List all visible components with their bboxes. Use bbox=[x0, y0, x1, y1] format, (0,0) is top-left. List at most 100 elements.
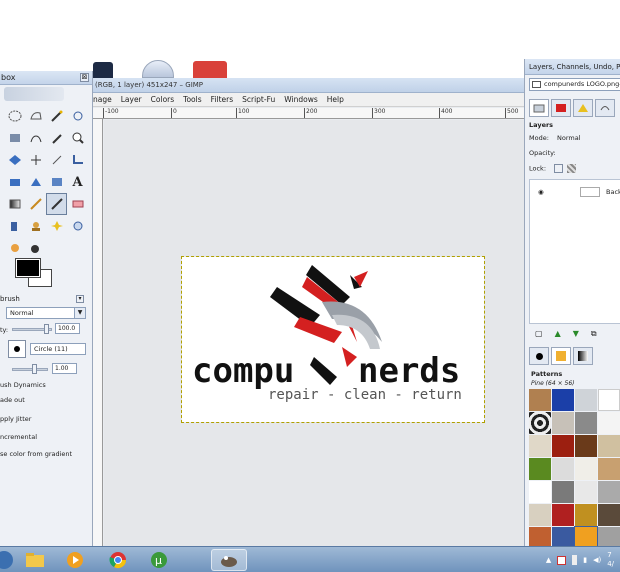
pattern-swatch[interactable] bbox=[552, 412, 574, 434]
pattern-swatch[interactable] bbox=[552, 504, 574, 526]
eye-icon[interactable]: ◉ bbox=[538, 184, 544, 200]
pattern-swatch[interactable] bbox=[529, 458, 551, 480]
chevron-down-icon[interactable]: ▼ bbox=[74, 308, 85, 318]
scale-slider[interactable] bbox=[12, 368, 48, 371]
pattern-swatch[interactable] bbox=[529, 504, 551, 526]
pattern-swatch[interactable] bbox=[598, 412, 620, 434]
pattern-swatch[interactable] bbox=[598, 504, 620, 526]
raise-layer-icon[interactable]: ▲ bbox=[555, 329, 561, 339]
fade-out-toggle[interactable]: ade out bbox=[0, 396, 25, 404]
menu-image[interactable]: nage bbox=[93, 93, 112, 106]
opacity-input[interactable]: 100.0 bbox=[55, 323, 80, 334]
canvas-area[interactable]: compu nerds repair - clean - return bbox=[104, 120, 525, 546]
align-tool[interactable] bbox=[46, 149, 67, 171]
measure-tool[interactable] bbox=[4, 149, 25, 171]
tab-gradients[interactable] bbox=[573, 347, 593, 365]
menu-colors[interactable]: Colors bbox=[151, 93, 175, 106]
close-icon[interactable]: ⊠ bbox=[80, 73, 89, 82]
horizontal-ruler[interactable]: -100 0 100 200 300 400 500 bbox=[93, 108, 525, 119]
pattern-swatch[interactable] bbox=[529, 389, 551, 411]
network-icon[interactable] bbox=[557, 555, 567, 565]
free-select-tool[interactable] bbox=[25, 105, 46, 127]
layers-list[interactable]: ◉ Backg bbox=[529, 179, 620, 324]
scale-tool[interactable] bbox=[25, 171, 46, 193]
smudge-tool[interactable] bbox=[67, 215, 88, 237]
ellipse-select-tool[interactable] bbox=[4, 105, 25, 127]
pattern-swatch[interactable] bbox=[575, 458, 597, 480]
image-canvas[interactable]: compu nerds repair - clean - return bbox=[181, 256, 485, 423]
menu-filters[interactable]: Filters bbox=[211, 93, 233, 106]
fg-bg-color-selector[interactable] bbox=[14, 257, 54, 293]
lock-alpha-icon[interactable] bbox=[567, 164, 577, 173]
pattern-swatch[interactable] bbox=[598, 389, 620, 411]
tab-layers[interactable] bbox=[529, 99, 549, 117]
vertical-ruler[interactable] bbox=[93, 119, 103, 546]
tab-brushes[interactable] bbox=[529, 347, 549, 365]
desktop-icon-tools[interactable] bbox=[193, 61, 227, 78]
scale-input[interactable]: 1.00 bbox=[52, 363, 77, 374]
mode-select[interactable]: Normal ▼ bbox=[6, 307, 86, 319]
tab-patterns[interactable] bbox=[551, 347, 571, 365]
power-icon[interactable] bbox=[572, 555, 578, 565]
pattern-swatch[interactable] bbox=[598, 481, 620, 503]
pattern-swatch[interactable] bbox=[574, 526, 598, 546]
text-tool[interactable]: A bbox=[67, 171, 88, 193]
incremental-toggle[interactable]: ncremental bbox=[0, 433, 37, 441]
taskbar-gimp-button[interactable] bbox=[211, 549, 247, 571]
desktop-icon-disc[interactable] bbox=[142, 60, 174, 78]
pattern-swatch[interactable] bbox=[575, 389, 597, 411]
pattern-swatch[interactable] bbox=[598, 527, 620, 546]
menu-windows[interactable]: Windows bbox=[284, 93, 317, 106]
menu-tools[interactable]: Tools bbox=[183, 93, 201, 106]
pattern-swatch[interactable] bbox=[598, 435, 620, 457]
pattern-swatch[interactable] bbox=[529, 527, 551, 546]
pattern-swatch[interactable] bbox=[575, 412, 597, 434]
paths-tool[interactable] bbox=[25, 127, 46, 149]
ink-tool[interactable] bbox=[25, 237, 46, 259]
airbrush-tool[interactable] bbox=[4, 215, 25, 237]
pattern-swatch[interactable] bbox=[575, 435, 597, 457]
move-tool[interactable] bbox=[25, 149, 46, 171]
pattern-swatch[interactable] bbox=[552, 389, 574, 411]
scale-slider-handle[interactable] bbox=[32, 364, 37, 374]
scissors-select-tool[interactable] bbox=[67, 105, 88, 127]
show-hidden-icons-icon[interactable]: ▲ bbox=[546, 556, 551, 564]
lower-layer-icon[interactable]: ▼ bbox=[573, 329, 579, 339]
pattern-swatch[interactable] bbox=[552, 458, 574, 480]
brush-name-field[interactable]: Circle (11) bbox=[30, 343, 86, 355]
pattern-swatch[interactable] bbox=[529, 435, 551, 457]
lock-pixels-checkbox[interactable] bbox=[554, 164, 564, 173]
taskbar-chrome-button[interactable] bbox=[100, 549, 136, 571]
taskbar-media-button[interactable] bbox=[57, 549, 93, 571]
rotate-tool[interactable] bbox=[4, 171, 25, 193]
dodge-burn-tool[interactable] bbox=[4, 237, 25, 259]
duplicate-layer-icon[interactable]: ⧉ bbox=[591, 329, 597, 339]
signal-icon[interactable]: ▮ bbox=[583, 556, 587, 564]
blend-tool[interactable] bbox=[4, 193, 25, 215]
layer-row[interactable]: ◉ Backg bbox=[530, 184, 620, 200]
foreground-select-tool[interactable] bbox=[4, 127, 25, 149]
taskbar-explorer-button[interactable] bbox=[17, 549, 53, 571]
new-layer-icon[interactable]: ▢ bbox=[535, 329, 543, 339]
use-color-gradient-toggle[interactable]: se color from gradient bbox=[0, 450, 72, 458]
brush-preview[interactable] bbox=[8, 340, 26, 358]
pattern-swatch[interactable] bbox=[575, 504, 597, 526]
layer-name[interactable]: Backg bbox=[606, 184, 620, 200]
fuzzy-select-tool[interactable] bbox=[46, 105, 67, 127]
eraser-tool[interactable] bbox=[67, 193, 88, 215]
tab-undo[interactable] bbox=[595, 99, 615, 117]
image-selector[interactable]: compunerds LOGO.png- bbox=[529, 78, 620, 91]
zoom-tool[interactable] bbox=[67, 127, 88, 149]
taskbar-utorrent-button[interactable]: µ bbox=[141, 549, 177, 571]
tab-channels[interactable] bbox=[551, 99, 571, 117]
paintbrush-tool[interactable] bbox=[46, 193, 67, 215]
pattern-swatch[interactable] bbox=[598, 458, 620, 480]
pattern-swatch[interactable] bbox=[552, 481, 574, 503]
clone-tool[interactable] bbox=[25, 215, 46, 237]
pattern-swatch[interactable] bbox=[552, 527, 574, 546]
menu-script-fu[interactable]: Script-Fu bbox=[242, 93, 275, 106]
configure-icon[interactable]: ▾ bbox=[76, 295, 84, 303]
opacity-slider-handle[interactable] bbox=[44, 324, 49, 334]
pattern-swatch[interactable] bbox=[575, 481, 597, 503]
menu-help[interactable]: Help bbox=[327, 93, 344, 106]
